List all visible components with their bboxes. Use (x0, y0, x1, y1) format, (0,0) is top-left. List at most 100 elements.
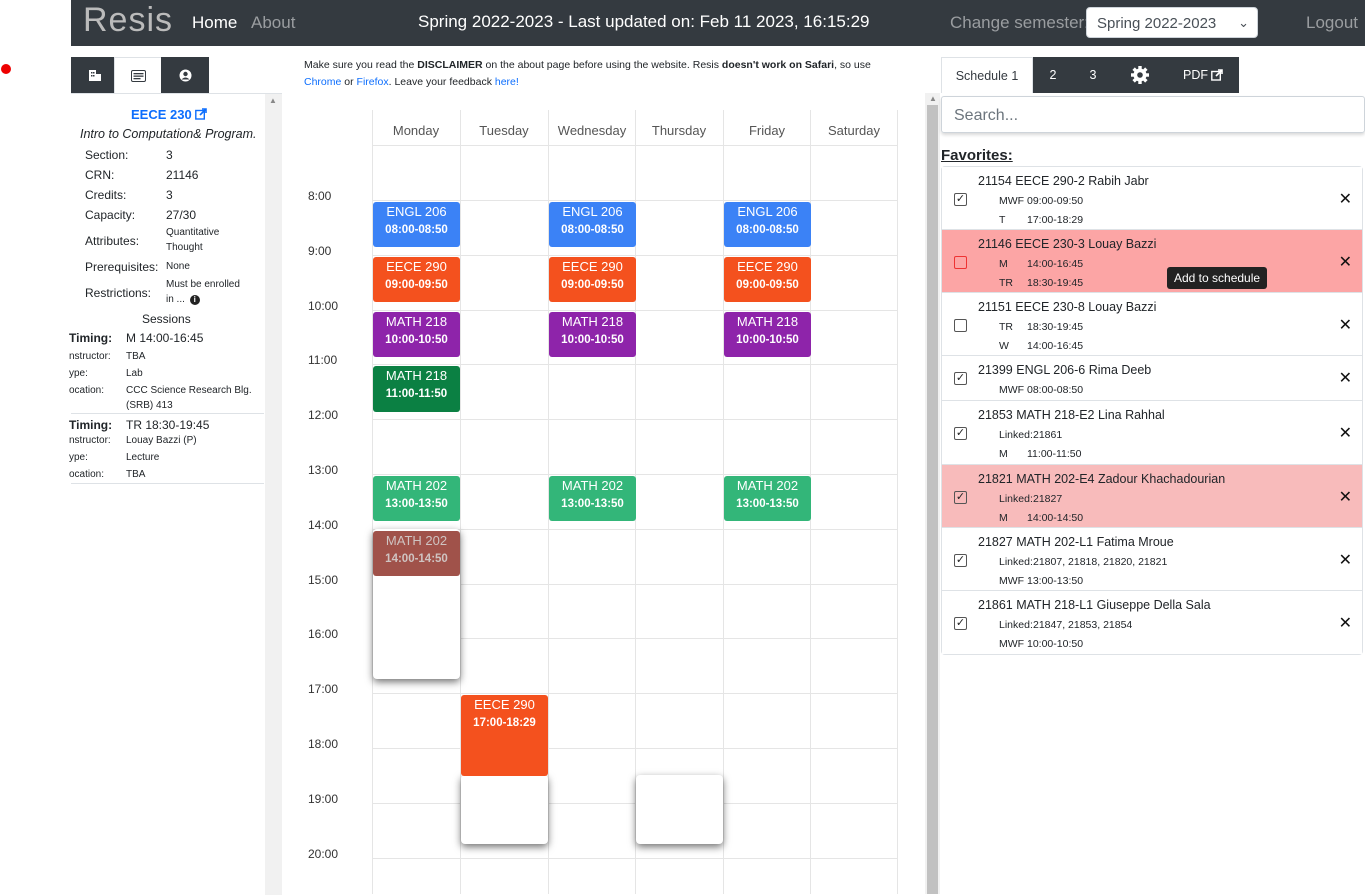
calendar-event[interactable]: MATH 218 10:00-10:50 (373, 311, 460, 358)
chrome-link[interactable]: Chrome (304, 76, 341, 88)
tab-building[interactable] (71, 57, 119, 93)
detail-key: W (999, 340, 1009, 352)
remove-favorite-close-icon[interactable]: ✕ (1339, 315, 1352, 335)
detail-value: 21861 (1033, 429, 1063, 441)
favorite-checkbox[interactable]: ✓ (954, 372, 967, 385)
favorite-checkbox[interactable]: ✓ (954, 193, 967, 206)
section-label: Section: (85, 148, 129, 162)
scroll-up-arrow-icon[interactable]: ▲ (269, 96, 277, 105)
feedback-link[interactable]: here! (495, 76, 519, 88)
event-time: 14:00-14:50 (385, 552, 448, 565)
tab-schedule-2[interactable]: 2 (1033, 57, 1073, 93)
session2-type-value: Lecture (126, 452, 160, 463)
scrollbar-thumb[interactable] (927, 105, 938, 894)
favorite-checkbox[interactable]: ✓ (954, 491, 967, 504)
favorites-list: ✓ 21154 EECE 290-2 Rabih Jabr MWF 09:00-09:… (941, 166, 1363, 655)
remove-favorite-close-icon[interactable]: ✕ (1339, 252, 1352, 272)
search-input[interactable]: Search... (941, 96, 1365, 133)
tab-schedule-3[interactable]: 3 (1073, 57, 1113, 93)
left-scrollbar[interactable]: ▲ (265, 94, 282, 895)
grid-hline (372, 254, 897, 256)
detail-value: 10:00-10:50 (1027, 638, 1084, 650)
favorite-title: 21151 EECE 230-8 Louay Bazzi (978, 300, 1157, 314)
tab-user[interactable] (161, 57, 209, 93)
nav-about-link[interactable]: About (251, 13, 295, 33)
calendar-event[interactable]: MATH 218 10:00-10:50 (724, 311, 811, 358)
favorite-checkbox[interactable] (954, 256, 967, 269)
crn-value: 21146 (166, 168, 199, 182)
scroll-up-arrow-icon[interactable]: ▲ (929, 94, 937, 103)
calendar-event[interactable]: MATH 202 13:00-13:50 (549, 476, 636, 522)
remove-favorite-close-icon[interactable]: ✕ (1339, 550, 1352, 570)
credits-label: Credits: (85, 188, 127, 202)
session-preview-slot[interactable] (461, 775, 548, 844)
remove-favorite-close-icon[interactable]: ✕ (1339, 423, 1352, 443)
remove-favorite-close-icon[interactable]: ✕ (1339, 487, 1352, 507)
calendar-event[interactable]: MATH 218 10:00-10:50 (549, 311, 636, 358)
favorite-checkbox[interactable]: ✓ (954, 427, 967, 440)
calendar-event[interactable]: MATH 202 13:00-13:50 (724, 476, 811, 522)
calendar-event[interactable]: ENGL 206 08:00-08:50 (373, 202, 460, 248)
calendar-event[interactable]: EECE 290 09:00-09:50 (549, 256, 636, 303)
calendar-event[interactable]: MATH 202 13:00-13:50 (373, 476, 460, 522)
favorite-checkbox[interactable] (954, 319, 967, 332)
favorite-checkbox[interactable]: ✓ (954, 617, 967, 630)
firefox-link[interactable]: Firefox (357, 76, 389, 88)
logout-link[interactable]: Logout (1306, 13, 1358, 33)
chevron-down-icon: ⌄ (1238, 15, 1249, 30)
detail-key: M (999, 258, 1008, 270)
favorite-item[interactable]: ✓ 21399 ENGL 206-6 Rima Deeb MWF 08:00-08:5… (942, 356, 1362, 401)
remove-favorite-close-icon[interactable]: ✕ (1339, 368, 1352, 388)
detail-key: M (999, 448, 1008, 460)
favorite-item[interactable]: ✓ 21821 MATH 202-E4 Zadour Khachadourian L… (942, 465, 1362, 528)
remove-favorite-close-icon[interactable]: ✕ (1339, 189, 1352, 209)
last-updated-status: Spring 2022-2023 - Last updated on: Feb … (418, 12, 870, 31)
favorite-checkbox[interactable]: ✓ (954, 554, 967, 567)
favorite-item[interactable]: ✓ 21853 MATH 218-E2 Lina Rahhal Linked: 218… (942, 401, 1362, 465)
semester-select[interactable]: Spring 2022-2023 ⌄ (1086, 7, 1258, 38)
favorite-item[interactable]: ✓ 21827 MATH 202-L1 Fatima Mroue Linked: 21… (942, 528, 1362, 591)
tab-settings[interactable] (1113, 57, 1167, 93)
calendar-event[interactable]: EECE 290 09:00-09:50 (373, 256, 460, 303)
favorite-title: 21853 MATH 218-E2 Lina Rahhal (978, 408, 1165, 422)
calendar-event[interactable]: MATH 202 14:00-14:50 (373, 530, 460, 577)
logo[interactable]: Resis (83, 1, 173, 40)
session2-timing-label: Timing: (69, 418, 113, 432)
favorite-item[interactable]: 21151 EECE 230-8 Louay Bazzi TR 18:30-19:4… (942, 293, 1362, 356)
favorite-detail: W 14:00-16:45 (999, 340, 1083, 352)
time-label: 10:00 (308, 298, 339, 313)
calendar-event[interactable]: EECE 290 17:00-18:29 (461, 695, 548, 777)
course-details-panel: EECE 230 Intro to Computation& Program. … (69, 93, 282, 895)
favorite-item[interactable]: 21146 EECE 230-3 Louay Bazzi M 14:00-16:45… (942, 230, 1362, 293)
favorite-detail: M 11:00-11:50 (999, 448, 1082, 460)
calendar-event[interactable]: EECE 290 09:00-09:50 (724, 256, 811, 303)
session-preview-slot[interactable] (636, 775, 723, 844)
tab-pdf[interactable]: PDF (1167, 57, 1239, 93)
nav-home-link[interactable]: Home (192, 13, 237, 33)
event-title: MATH 218 (385, 313, 448, 329)
time-label: 8:00 (308, 189, 332, 203)
event-title: ENGL 206 (386, 204, 447, 219)
favorite-item[interactable]: ✓ 21154 EECE 290-2 Rabih Jabr MWF 09:00-09:… (942, 167, 1362, 230)
course-code-link[interactable]: EECE 230 (131, 107, 208, 122)
event-time: 13:00-13:50 (736, 498, 799, 510)
remove-favorite-close-icon[interactable]: ✕ (1339, 613, 1352, 633)
session2-location-value: TBA (126, 469, 146, 480)
info-icon[interactable]: i (189, 295, 200, 305)
user-icon (179, 69, 191, 81)
tab-course-card[interactable] (114, 57, 162, 93)
restrictions-value-2[interactable]: in ... i (166, 294, 200, 305)
attributes-value-2: Thought (166, 242, 203, 253)
favorite-detail: MWF 09:00-09:50 (999, 195, 1083, 207)
calendar-event[interactable]: ENGL 206 08:00-08:50 (549, 202, 636, 248)
tab-schedule-1[interactable]: Schedule 1 (941, 57, 1033, 93)
favorite-item[interactable]: ✓ 21861 MATH 218-L1 Giuseppe Della Sala Li… (942, 591, 1362, 654)
calendar-event[interactable]: ENGL 206 08:00-08:50 (724, 202, 811, 248)
detail-value: 11:00-11:50 (1027, 448, 1082, 460)
credits-value: 3 (166, 188, 173, 202)
grid-hline (372, 748, 897, 749)
calendar-scrollbar[interactable]: ▲ (925, 93, 940, 894)
calendar-event[interactable]: MATH 218 11:00-11:50 (373, 366, 460, 412)
event-title: EECE 290 (474, 697, 535, 713)
detail-value: 14:00-16:45 (1027, 258, 1084, 270)
